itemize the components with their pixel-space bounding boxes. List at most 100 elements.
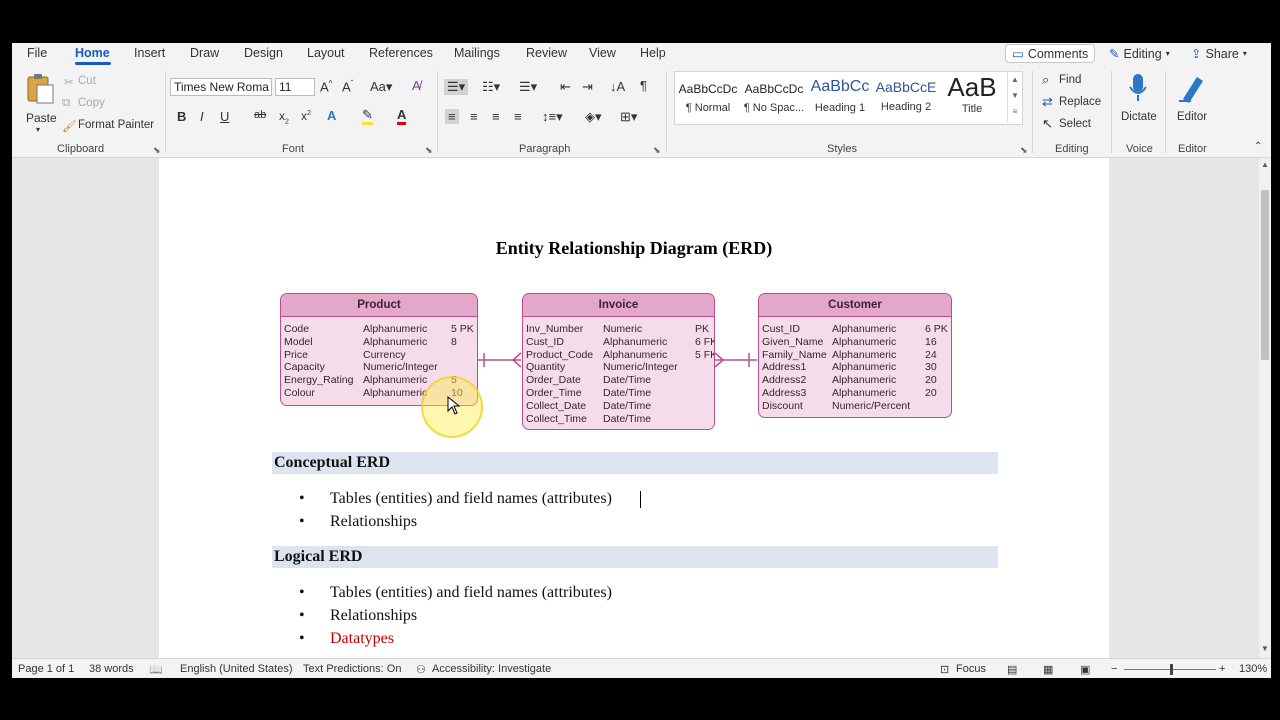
select-button[interactable]: Select bbox=[1059, 118, 1091, 130]
change-case-icon[interactable]: Aa▾ bbox=[370, 79, 392, 95]
clear-formatting-icon[interactable]: A̸ bbox=[412, 78, 421, 93]
tab-help[interactable]: Help bbox=[640, 46, 666, 60]
zoom-out-icon[interactable]: − bbox=[1111, 663, 1117, 675]
strikethrough-icon[interactable]: ab bbox=[254, 109, 266, 121]
style-normal[interactable]: AaBbCcDc ¶ Normal bbox=[675, 72, 741, 122]
bullet-icon: • bbox=[299, 513, 305, 530]
tab-insert[interactable]: Insert bbox=[134, 46, 165, 60]
styles-scroll[interactable]: ▲ ▼ ≡ bbox=[1007, 72, 1022, 122]
find-button[interactable]: Find bbox=[1059, 74, 1081, 86]
format-painter-button[interactable]: Format Painter bbox=[78, 119, 154, 131]
tab-design[interactable]: Design bbox=[244, 46, 283, 60]
language-status[interactable]: English (United States) bbox=[180, 663, 293, 675]
zoom-level[interactable]: 130% bbox=[1239, 663, 1267, 675]
increase-indent-icon[interactable]: ⇥ bbox=[582, 79, 593, 95]
align-left-icon[interactable]: ≡ bbox=[445, 109, 459, 124]
field-name: Energy_Rating bbox=[284, 374, 354, 387]
zoom-in-icon[interactable]: + bbox=[1219, 663, 1225, 675]
font-color-icon[interactable]: A bbox=[397, 108, 407, 125]
tab-review[interactable]: Review bbox=[526, 46, 567, 60]
numbering-icon[interactable]: ☷▾ bbox=[482, 79, 500, 95]
tab-layout[interactable]: Layout bbox=[307, 46, 345, 60]
vertical-scrollbar[interactable]: ▲ ▼ bbox=[1259, 158, 1271, 658]
borders-icon[interactable]: ⊞▾ bbox=[620, 109, 637, 125]
tab-file[interactable]: File bbox=[27, 46, 47, 60]
web-layout-icon[interactable]: ▣ bbox=[1080, 663, 1090, 676]
field-type: Numeric bbox=[603, 323, 643, 335]
cut-button[interactable]: Cut bbox=[78, 75, 96, 87]
underline-icon[interactable]: U bbox=[220, 109, 229, 124]
grow-font-icon[interactable]: A^ bbox=[320, 79, 332, 94]
tab-view[interactable]: View bbox=[589, 46, 616, 60]
field-size: 5 FK bbox=[695, 348, 715, 361]
field-type: Alphanumeric bbox=[832, 361, 897, 374]
tab-home[interactable]: Home bbox=[75, 46, 110, 60]
tab-draw[interactable]: Draw bbox=[190, 46, 219, 60]
align-center-icon[interactable]: ≡ bbox=[470, 109, 478, 124]
subscript-icon[interactable]: x2 bbox=[279, 109, 289, 125]
home-ribbon: Paste ▾ ✂ Cut ⧉ Copy 🖌 Format Painter Cl… bbox=[12, 65, 1271, 158]
editor-button[interactable]: Editor bbox=[1172, 71, 1212, 131]
dialog-launcher-icon[interactable]: ⬊ bbox=[653, 145, 661, 156]
text-effects-icon[interactable]: A bbox=[327, 108, 336, 123]
shading-icon[interactable]: ◈▾ bbox=[585, 109, 602, 125]
superscript-icon[interactable]: x2 bbox=[301, 109, 311, 123]
copy-button[interactable]: Copy bbox=[78, 97, 105, 109]
tab-mailings[interactable]: Mailings bbox=[454, 46, 500, 60]
field-name: Cust_ID bbox=[762, 323, 800, 335]
erd-field-row: Code Alphanumeric 5 PK bbox=[281, 323, 477, 336]
field-name: Address2 bbox=[762, 374, 807, 387]
font-size-combo[interactable]: 11 bbox=[275, 78, 315, 96]
dialog-launcher-icon[interactable]: ⬊ bbox=[425, 145, 433, 156]
read-mode-icon[interactable]: ▤ bbox=[1007, 663, 1017, 676]
show-marks-icon[interactable]: ¶ bbox=[640, 78, 647, 93]
dictate-button[interactable]: Dictate bbox=[1118, 71, 1158, 131]
word-count[interactable]: 38 words bbox=[89, 663, 134, 675]
page-count[interactable]: Page 1 of 1 bbox=[18, 663, 74, 675]
style-heading-2[interactable]: AaBbCcE Heading 2 bbox=[873, 72, 939, 122]
zoom-slider-thumb[interactable] bbox=[1170, 664, 1173, 675]
dialog-launcher-icon[interactable]: ⬊ bbox=[1020, 145, 1028, 156]
style-no-spacing[interactable]: AaBbCcDc ¶ No Spac... bbox=[741, 72, 807, 122]
align-right-icon[interactable]: ≡ bbox=[492, 109, 500, 124]
section-heading-logical: Logical ERD bbox=[272, 546, 998, 568]
bold-icon[interactable]: B bbox=[177, 109, 186, 124]
font-name-combo[interactable]: Times New Roma bbox=[170, 78, 272, 96]
text-predictions-status[interactable]: Text Predictions: On bbox=[303, 663, 401, 675]
sort-icon[interactable]: ↓A bbox=[610, 79, 625, 94]
clipboard-group-label: Clipboard bbox=[57, 143, 105, 155]
collapse-ribbon-icon[interactable]: ⌃ bbox=[1254, 141, 1262, 152]
share-button[interactable]: ⇪ Share ▾ bbox=[1185, 44, 1257, 63]
style-heading-1[interactable]: AaBbCc Heading 1 bbox=[807, 72, 873, 122]
highlight-icon[interactable]: ✎ bbox=[362, 108, 373, 125]
paste-button[interactable]: Paste ▾ bbox=[22, 71, 58, 134]
field-type: Date/Time bbox=[603, 386, 652, 399]
multilevel-list-icon[interactable]: ☰▾ bbox=[519, 79, 537, 95]
shrink-font-icon[interactable]: Aˇ bbox=[342, 79, 353, 94]
proofing-icon[interactable]: 📖 bbox=[149, 663, 163, 676]
document-page[interactable]: Entity Relationship Diagram (ERD) Produc… bbox=[159, 158, 1109, 658]
field-name: Model bbox=[284, 335, 313, 348]
print-layout-icon[interactable]: ▦ bbox=[1043, 663, 1053, 676]
bullets-icon[interactable]: ☰▾ bbox=[444, 79, 469, 95]
erd-field-row: Discount Numeric/Percent bbox=[759, 400, 951, 413]
field-name: Price bbox=[284, 348, 308, 361]
style-title[interactable]: AaB Title bbox=[939, 72, 1005, 122]
scroll-down-icon[interactable]: ▼ bbox=[1261, 644, 1269, 653]
focus-button[interactable]: Focus bbox=[956, 663, 986, 675]
accessibility-status[interactable]: Accessibility: Investigate bbox=[432, 663, 551, 675]
search-icon: ⌕ bbox=[1042, 72, 1050, 87]
italic-icon[interactable]: I bbox=[200, 109, 204, 124]
editing-mode-button[interactable]: ✎ Editing ▾ bbox=[1103, 44, 1175, 63]
justify-icon[interactable]: ≡ bbox=[514, 109, 522, 124]
scroll-up-icon[interactable]: ▲ bbox=[1261, 160, 1269, 169]
decrease-indent-icon[interactable]: ⇤ bbox=[560, 79, 571, 95]
comments-button[interactable]: ▭ Comments bbox=[1005, 44, 1095, 63]
styles-group-label: Styles bbox=[827, 143, 857, 155]
scrollbar-thumb[interactable] bbox=[1261, 190, 1269, 360]
line-spacing-icon[interactable]: ↕≡▾ bbox=[542, 109, 563, 125]
dialog-launcher-icon[interactable]: ⬊ bbox=[153, 145, 161, 156]
tab-references[interactable]: References bbox=[369, 46, 433, 60]
replace-button[interactable]: Replace bbox=[1059, 96, 1101, 108]
field-type: Alphanumeric bbox=[832, 335, 897, 348]
